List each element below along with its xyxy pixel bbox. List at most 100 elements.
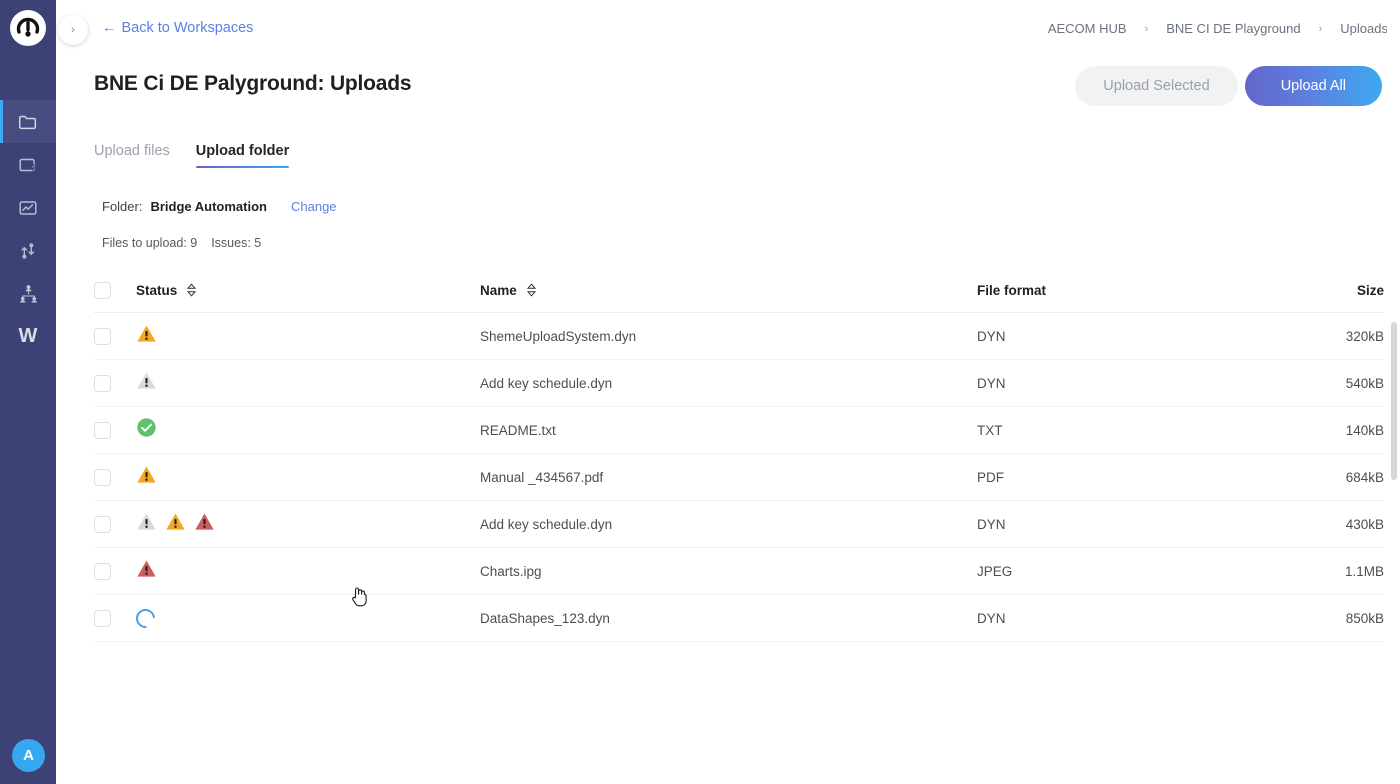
row-file-name: Add key schedule.dyn [480,516,613,532]
row-select-checkbox[interactable] [94,609,111,627]
upload-all-button[interactable]: Upload All [1244,66,1382,106]
scrollbar-thumb[interactable] [1391,322,1397,480]
warning-grey-icon [136,512,157,536]
row-file-size: 140kB [1345,422,1384,438]
breadcrumb-separator-icon: › [1318,22,1323,35]
row-status-cell [136,371,480,395]
upload-selected-button[interactable]: Upload Selected [1075,66,1238,106]
sidebar-collapse-toggle[interactable]: › [58,15,88,45]
app-logo-glyph [16,17,40,37]
table-row[interactable]: Charts.ipg JPEG 1.1MB [94,548,1384,595]
row-select-cell [94,609,136,627]
breadcrumb: AECOM HUB › BNE CI DE Playground › Uploa… [1048,21,1388,36]
app-logo-circle [10,10,46,46]
sidebar-item-team[interactable] [0,272,56,315]
warning-orange-icon [136,324,157,348]
app-logo[interactable] [0,0,56,56]
row-status-cell [136,465,480,489]
row-select-checkbox[interactable] [94,327,111,345]
row-file-format: DYN [977,610,1006,626]
row-select-checkbox[interactable] [94,562,111,580]
loading-spinner-icon [132,604,159,632]
row-status-cell [136,417,480,443]
team-icon [19,285,37,303]
counts-row: Files to upload: 9 Issues: 5 [102,236,261,250]
folder-label: Folder: [102,199,143,214]
column-header-file-format: File format [977,283,1319,298]
row-file-format: JPEG [977,563,1013,579]
table-row[interactable]: Manual _434567.pdf PDF 684kB [94,454,1384,501]
row-file-name: README.txt [480,422,556,438]
status-badge [136,465,157,489]
page-title: BNE Ci DE Palyground: Uploads [94,72,412,95]
row-file-name: Manual _434567.pdf [480,469,604,485]
arrow-left-icon: ← [102,20,117,36]
chart-icon [19,200,37,215]
avatar[interactable]: A [12,739,45,772]
files-to-upload-count: Files to upload: 9 [102,236,198,250]
row-file-size: 320kB [1345,328,1384,344]
sidebar-item-files[interactable] [0,100,56,143]
sidebar-item-transfers[interactable] [0,229,56,272]
breadcrumb-item-0[interactable]: AECOM HUB [1048,21,1127,36]
tab-upload-files[interactable]: Upload files [94,143,170,168]
change-folder-link[interactable]: Change [291,199,337,214]
header-actions: Upload Selected Upload All [1075,66,1382,106]
breadcrumb-item-1[interactable]: BNE CI DE Playground [1166,21,1300,36]
tab-upload-folder[interactable]: Upload folder [195,143,290,168]
row-select-cell [94,374,136,392]
status-badge [136,417,157,443]
sort-status-icon[interactable] [186,283,197,297]
vertical-scrollbar[interactable] [1387,0,1400,784]
row-status-cell [136,559,480,583]
sidebar-item-w[interactable]: W [0,315,56,358]
column-header-status[interactable]: Status [136,283,480,298]
breadcrumb-item-2: Uploads [1340,21,1388,36]
row-select-cell [94,515,136,533]
row-select-checkbox[interactable] [94,468,111,486]
tabs: Upload files Upload folder [94,143,290,168]
row-file-name: Add key schedule.dyn [480,375,613,391]
screen-bolt-icon [19,158,37,171]
row-select-cell [94,327,136,345]
row-file-size: 850kB [1345,610,1384,626]
column-header-name[interactable]: Name [480,283,977,298]
row-file-format: DYN [977,516,1006,532]
table-header-row: Status Name File format Size [94,268,1384,313]
sidebar-item-insights[interactable] [0,186,56,229]
chevron-right-icon: › [71,24,75,36]
status-badge [132,604,159,632]
table-row[interactable]: Add key schedule.dyn DYN 540kB [94,360,1384,407]
row-file-name: DataShapes_123.dyn [480,610,610,626]
w-logo-icon: W [18,325,38,347]
status-badge [136,324,157,348]
folder-row: Folder: Bridge Automation Change [102,199,337,214]
table-body: ShemeUploadSystem.dyn DYN 320kB Add key sch… [94,313,1384,642]
table-row[interactable]: README.txt TXT 140kB [94,407,1384,454]
issues-count: Issues: 5 [211,236,262,250]
row-file-size: 540kB [1345,375,1384,391]
back-link-label: Back to Workspaces [121,20,254,36]
row-file-format: DYN [977,375,1006,391]
table-row[interactable]: DataShapes_123.dyn DYN 850kB [94,595,1384,642]
back-to-workspaces-link[interactable]: ← Back to Workspaces [102,20,253,36]
breadcrumb-separator-icon: › [1144,22,1149,35]
main-content: ← Back to Workspaces AECOM HUB › BNE CI D… [56,0,1400,784]
sort-arrows-glyph [526,283,536,297]
row-select-checkbox[interactable] [94,421,111,439]
row-select-cell [94,562,136,580]
row-select-checkbox[interactable] [94,515,111,533]
select-all-checkbox[interactable] [94,281,111,299]
warning-red-icon [194,512,215,536]
row-file-size: 430kB [1345,516,1384,532]
row-file-format: DYN [977,328,1006,344]
table-row[interactable]: Add key schedule.dyn DYN 430kB [94,501,1384,548]
transfer-icon [21,242,35,259]
warning-red-icon [136,559,157,583]
row-select-checkbox[interactable] [94,374,111,392]
table-row[interactable]: ShemeUploadSystem.dyn DYN 320kB [94,313,1384,360]
sort-arrows-glyph [187,283,197,297]
sort-name-icon[interactable] [526,283,537,297]
sidebar-item-automations[interactable] [0,143,56,186]
row-select-cell [94,468,136,486]
